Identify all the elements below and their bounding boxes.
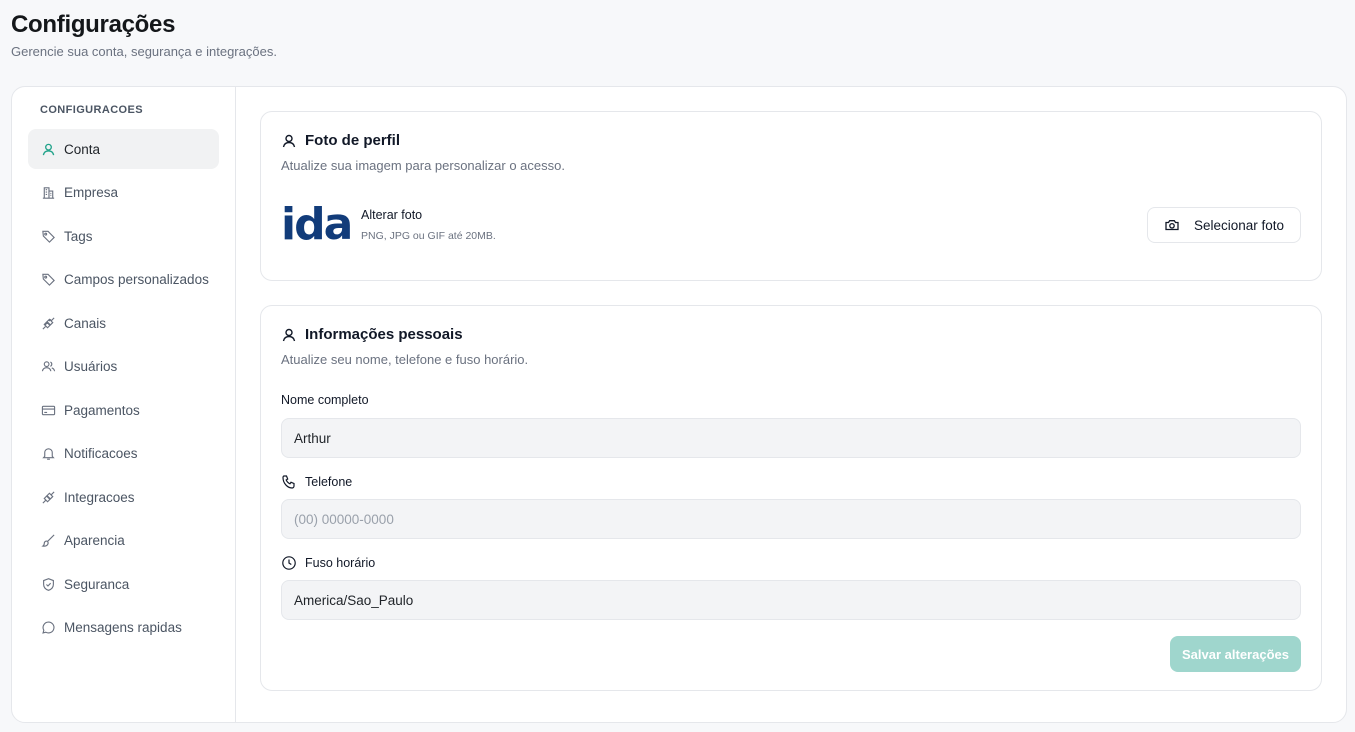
plug-icon [40,315,56,331]
panel-title-text: Foto de perfil [305,132,400,149]
building-icon [40,185,56,201]
sidebar-item-canais[interactable]: Canais [28,303,219,343]
panel-title: Foto de perfil [281,132,1301,149]
sidebar-item-integracoes[interactable]: Integracoes [28,477,219,517]
phone-label: Telefone [281,474,1301,490]
panel-description: Atualize sua imagem para personalizar o … [281,158,565,173]
settings-content: Foto de perfil Atualize sua imagem para … [236,87,1346,722]
profile-photo-panel: Foto de perfil Atualize sua imagem para … [260,111,1322,281]
avatar-logo-text: ida [281,199,353,250]
sidebar-item-label: Empresa [64,185,119,200]
sidebar-item-label: Notificacoes [64,446,138,461]
sidebar-item-empresa[interactable]: Empresa [28,173,219,213]
page-header: Configurações Gerencie sua conta, segura… [11,10,277,59]
panel-title: Informações pessoais [281,326,1301,343]
camera-icon [1164,217,1180,233]
avatar: ida [281,203,353,247]
sidebar-item-label: Pagamentos [64,402,140,418]
select-photo-label: Selecionar foto [1193,217,1285,233]
photo-row: ida Alterar foto PNG, JPG ou GIF até 20M… [281,203,1301,247]
sidebar-heading: CONFIGURACOES [40,104,143,116]
sidebar-item-pagamentos[interactable]: Pagamentos [28,390,219,430]
credit-card-icon [40,402,56,418]
timezone-field-group: Fuso horário [281,555,1301,620]
settings-sidebar: CONFIGURACOES Conta Empresa Tags Campos … [12,87,236,722]
name-field-group: Nome completo [281,393,1301,458]
bell-icon [40,446,56,462]
sidebar-item-label: Integracoes [64,489,135,505]
page-title: Configurações [11,11,176,38]
name-label-text: Nome completo [281,393,369,407]
sidebar-item-label: Canais [64,315,107,331]
phone-label-text: Telefone [305,475,353,489]
settings-card: CONFIGURACOES Conta Empresa Tags Campos … [11,86,1347,723]
tag-icon [40,228,56,244]
sidebar-item-campos-personalizados[interactable]: Campos personalizados [28,260,219,300]
phone-input[interactable] [281,499,1301,539]
message-icon [40,620,56,636]
timezone-label-text: Fuso horário [305,556,376,570]
save-changes-button[interactable]: Salvar alterações [1170,636,1301,672]
photo-hint: PNG, JPG ou GIF até 20MB. [361,230,496,242]
sidebar-item-label: Tags [64,228,93,244]
brush-icon [40,533,56,549]
phone-field-group: Telefone [281,474,1301,539]
sidebar-item-label: Mensagens rapidas [64,620,182,635]
panel-description: Atualize seu nome, telefone e fuso horár… [281,352,529,367]
phone-icon [281,474,297,490]
timezone-label: Fuso horário [281,555,1301,571]
sidebar-item-label: Usuários [64,359,118,374]
sidebar-item-usuarios[interactable]: Usuários [28,347,219,387]
sidebar-item-label: Aparencia [64,533,125,548]
panel-title-text: Informações pessoais [305,326,463,343]
page-subtitle: Gerencie sua conta, segurança e integraç… [11,44,277,59]
photo-text: Alterar foto PNG, JPG ou GIF até 20MB. [361,208,496,242]
user-icon [40,141,56,157]
sidebar-item-label: Conta [64,141,101,157]
sidebar-item-label: Seguranca [64,576,130,592]
select-photo-button[interactable]: Selecionar foto [1147,207,1301,243]
sidebar-item-label: Campos personalizados [64,272,209,287]
shield-icon [40,576,56,592]
user-icon [281,133,297,149]
tag-icon [40,272,56,288]
name-label: Nome completo [281,393,1301,407]
sidebar-item-mensagens-rapidas[interactable]: Mensagens rapidas [28,608,219,648]
personal-info-panel: Informações pessoais Atualize seu nome, … [260,305,1322,691]
change-photo-label: Alterar foto [361,208,423,222]
timezone-input[interactable] [281,580,1301,620]
save-row: Salvar alterações [281,636,1301,672]
sidebar-item-seguranca[interactable]: Seguranca [28,564,219,604]
sidebar-item-notificacoes[interactable]: Notificacoes [28,434,219,474]
sidebar-item-aparencia[interactable]: Aparencia [28,521,219,561]
users-icon [40,359,56,375]
sidebar-item-conta[interactable]: Conta [28,129,219,169]
plug-icon [40,489,56,505]
full-name-input[interactable] [281,418,1301,458]
sidebar-item-tags[interactable]: Tags [28,216,219,256]
user-icon [281,327,297,343]
clock-icon [281,555,297,571]
